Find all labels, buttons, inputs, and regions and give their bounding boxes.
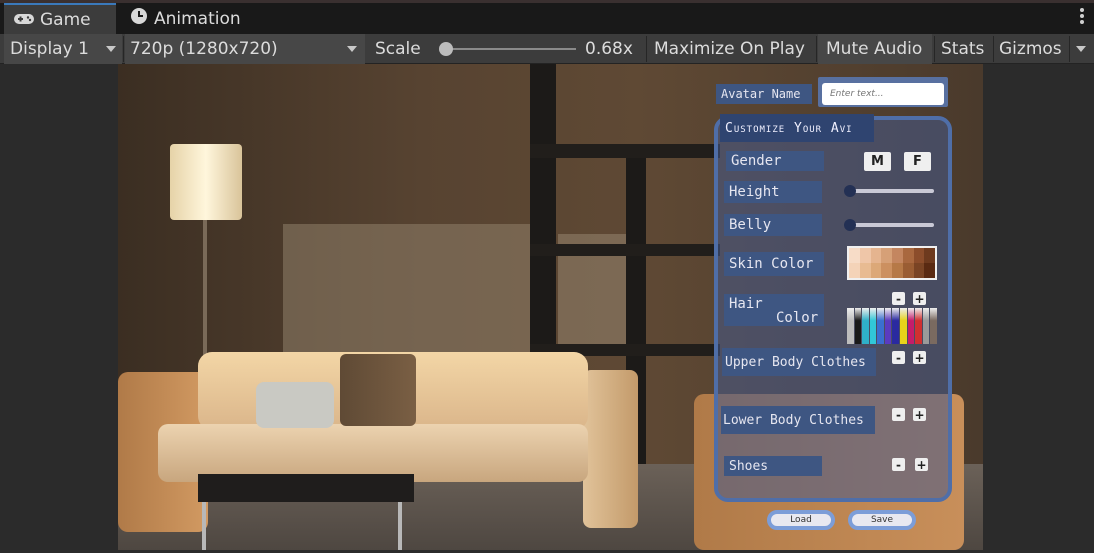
hair-color-minus-button[interactable]: -: [892, 292, 905, 306]
scale-slider-track: [440, 48, 576, 50]
skin-swatch[interactable]: [913, 263, 925, 278]
skin-swatch[interactable]: [892, 248, 903, 263]
hair-swatch[interactable]: [892, 308, 900, 344]
chevron-down-icon: [106, 46, 116, 52]
hair-color-palette[interactable]: [847, 308, 937, 344]
tab-game-label: Game: [40, 9, 91, 30]
skin-swatch[interactable]: [902, 248, 914, 263]
game-view-toolbar: Display 1 720p (1280x720) Scale 0.68x Ma…: [0, 34, 1094, 64]
hair-swatch[interactable]: [869, 308, 877, 344]
hair-color-plus-button[interactable]: +: [913, 292, 926, 306]
hair-swatch[interactable]: [877, 308, 884, 344]
height-slider-track: [848, 189, 934, 193]
game-scene[interactable]: Avatar Name Customize Your Avi Gender M …: [118, 64, 983, 550]
save-button[interactable]: Save: [848, 510, 916, 530]
hair-swatch[interactable]: [884, 308, 892, 344]
skin-swatch[interactable]: [924, 263, 935, 278]
game-viewport: Avatar Name Customize Your Avi Gender M …: [0, 64, 1094, 553]
skin-swatch[interactable]: [913, 248, 925, 263]
chevron-down-icon: [347, 46, 357, 52]
chevron-down-icon: [1076, 46, 1086, 52]
avatar-name-frame: [818, 77, 948, 107]
scale-value: 0.68x: [585, 39, 633, 59]
lower-body-minus-button[interactable]: -: [892, 408, 905, 422]
hair-swatch[interactable]: [862, 308, 869, 344]
display-dropdown[interactable]: Display 1: [4, 34, 122, 64]
belly-slider-knob[interactable]: [844, 219, 856, 231]
upper-body-minus-button[interactable]: -: [892, 351, 905, 365]
hair-color-label: Hair Color: [724, 294, 824, 326]
tab-animation[interactable]: Animation: [120, 3, 280, 34]
more-options-icon[interactable]: [1080, 8, 1084, 26]
display-label: Display 1: [10, 39, 89, 59]
animation-clock-icon: [130, 7, 148, 30]
lower-body-label: Lower Body Clothes: [721, 406, 875, 434]
scale-slider[interactable]: [436, 34, 576, 64]
avatar-name-input[interactable]: [822, 83, 944, 105]
hair-swatch[interactable]: [922, 308, 930, 344]
scale-slider-knob[interactable]: [438, 42, 453, 56]
skin-swatch[interactable]: [870, 263, 882, 278]
skin-swatch[interactable]: [881, 248, 892, 263]
gizmos-button[interactable]: Gizmos: [999, 34, 1062, 64]
hair-swatch[interactable]: [915, 308, 922, 344]
skin-swatch[interactable]: [924, 248, 935, 263]
skin-color-label: Skin Color: [724, 252, 824, 276]
gender-label: Gender: [726, 151, 824, 171]
skin-swatch[interactable]: [849, 248, 860, 263]
hair-swatch[interactable]: [930, 308, 937, 344]
upper-body-label: Upper Body Clothes: [722, 348, 876, 376]
avatar-customization-ui: Avatar Name Customize Your Avi Gender M …: [118, 64, 983, 550]
gamepad-icon: [14, 10, 34, 30]
hair-swatch[interactable]: [854, 308, 862, 344]
stats-button[interactable]: Stats: [941, 34, 984, 64]
lower-body-plus-button[interactable]: +: [913, 408, 926, 422]
shoes-minus-button[interactable]: -: [892, 458, 905, 472]
skin-swatch[interactable]: [870, 248, 882, 263]
editor-tab-bar: Game Animation: [0, 0, 1094, 34]
maximize-on-play-button[interactable]: Maximize On Play: [654, 34, 805, 64]
skin-swatch[interactable]: [881, 263, 892, 278]
avatar-name-label: Avatar Name: [716, 84, 812, 104]
hair-label-line1: Hair: [729, 296, 763, 312]
upper-body-plus-button[interactable]: +: [913, 351, 926, 365]
hair-swatch[interactable]: [907, 308, 915, 344]
tab-animation-label: Animation: [154, 8, 241, 29]
skin-swatch[interactable]: [892, 263, 903, 278]
skin-swatch[interactable]: [859, 263, 871, 278]
shoes-label: Shoes: [724, 456, 822, 476]
height-label: Height: [724, 181, 822, 203]
gender-male-button[interactable]: M: [864, 152, 891, 171]
belly-label: Belly: [724, 214, 822, 236]
gizmos-dropdown[interactable]: [1072, 34, 1090, 64]
load-button[interactable]: Load: [767, 510, 835, 530]
resolution-label: 720p (1280x720): [130, 39, 278, 59]
hair-label-line2: Color: [776, 310, 819, 326]
belly-slider-track: [848, 223, 934, 227]
skin-swatch[interactable]: [849, 263, 860, 278]
mute-audio-button[interactable]: Mute Audio: [818, 34, 932, 64]
resolution-dropdown[interactable]: 720p (1280x720): [125, 34, 365, 64]
skin-swatch[interactable]: [859, 248, 871, 263]
hair-swatch[interactable]: [847, 308, 854, 344]
skin-swatch[interactable]: [902, 263, 914, 278]
gender-female-button[interactable]: F: [904, 152, 931, 171]
tab-game[interactable]: Game: [4, 3, 116, 34]
panel-title: Customize Your Avi: [720, 114, 874, 142]
scale-label: Scale: [375, 39, 421, 59]
hair-swatch[interactable]: [900, 308, 907, 344]
skin-color-palette[interactable]: [847, 246, 937, 280]
shoes-plus-button[interactable]: +: [915, 458, 928, 472]
height-slider-knob[interactable]: [844, 185, 856, 197]
